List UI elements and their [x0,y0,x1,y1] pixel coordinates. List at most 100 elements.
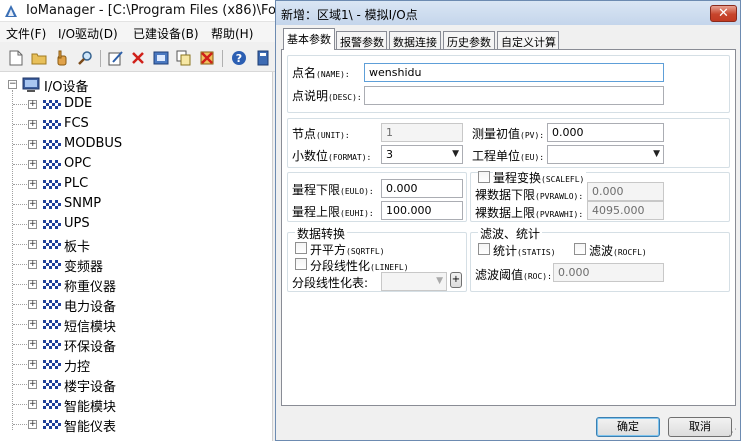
device-icon[interactable] [153,50,169,66]
pvrawhi-label-text: 裸数据上限 [475,206,536,220]
menu-file[interactable]: 文件(F) [6,25,46,42]
tree-item[interactable]: + 变频器 [0,255,270,275]
tree-root[interactable]: − I/O设备 [0,75,270,95]
copy-icon[interactable] [176,50,192,66]
expand-icon[interactable]: + [28,320,37,329]
pv-input[interactable]: 0.000 [547,123,664,142]
close-button[interactable]: ✕ [710,5,737,22]
edit-icon[interactable] [108,50,124,66]
tree-item[interactable]: + 环保设备 [0,335,270,355]
tree-item[interactable]: + 称重仪器 [0,275,270,295]
menu-help[interactable]: 帮助(H) [211,25,253,42]
tree-connector [13,344,29,346]
tree-item[interactable]: + OPC [0,155,270,175]
tree-item-label: UPS [64,216,90,231]
pvrawlo-tag: (PVRAWLO): [535,192,584,201]
expand-icon[interactable]: + [28,360,37,369]
linetable-add-button[interactable]: + [450,272,462,288]
help-icon[interactable]: ? [231,50,247,66]
delete-icon[interactable] [130,50,146,66]
io-device-tree[interactable]: − I/O设备 + DDE + FCS + MODBUS + OPC + PLC + SNMP + UPS… [0,72,273,441]
tree-item[interactable]: + 智能仪表 [0,415,270,435]
unit-input[interactable]: 1 [381,123,463,142]
name-tag: (NAME): [316,70,350,79]
expand-icon[interactable]: + [28,120,37,129]
expand-icon[interactable]: + [28,140,37,149]
remove-device-icon[interactable] [199,50,215,66]
tree-connector [13,424,29,426]
cancel-button[interactable]: 取消 [668,417,732,437]
search-icon[interactable] [77,50,93,66]
expand-icon[interactable]: + [28,180,37,189]
expand-icon[interactable]: + [28,100,37,109]
expand-icon[interactable]: + [28,420,37,429]
toolbar: ? [0,44,280,72]
linefl-checkbox[interactable] [295,258,307,270]
open-folder-icon[interactable] [31,50,47,66]
eu-tag: (EU): [520,153,545,162]
eu-label: 工程单位(EU): [472,147,544,164]
tree-item[interactable]: + UPS [0,215,270,235]
book-icon[interactable] [255,50,271,66]
expand-icon[interactable]: + [28,400,37,409]
tree-item[interactable]: + FCS [0,115,270,135]
tree-connector [13,324,29,326]
tree-item[interactable]: + 短信模块 [0,315,270,335]
euhi-input[interactable]: 100.000 [381,201,463,220]
expand-icon[interactable]: + [28,280,37,289]
tab-basic-params[interactable]: 基本参数 [283,28,335,50]
menu-built-devices[interactable]: 已建设备(B) [133,25,199,42]
hand-icon[interactable] [54,50,70,66]
tree-item[interactable]: + 智能模块 [0,395,270,415]
io-driver-icon [43,400,61,409]
pvrawhi-label: 裸数据上限(PVRAWHI): [475,204,583,221]
expand-icon[interactable]: + [28,380,37,389]
ok-button[interactable]: 确定 [596,417,660,437]
tree-item[interactable]: + DDE [0,95,270,115]
chevron-down-icon[interactable]: ▼ [653,149,660,159]
resize-grip-icon[interactable]: ⋰ [728,428,737,438]
tree-item[interactable]: + MODBUS [0,135,270,155]
eu-select[interactable]: ▼ [547,145,664,164]
desc-input[interactable] [364,86,664,105]
sqrtfl-checkbox[interactable] [295,242,307,254]
pvrawlo-input[interactable]: 0.000 [587,182,664,201]
tab-data-connection[interactable]: 数据连接 [389,31,441,49]
statis-checkbox[interactable] [478,243,490,255]
expand-icon[interactable]: + [28,340,37,349]
collapse-icon[interactable]: − [8,80,17,89]
tree-item[interactable]: + SNMP [0,195,270,215]
expand-icon[interactable]: + [28,200,37,209]
tree-item[interactable]: + 楼宇设备 [0,375,270,395]
roc-input[interactable]: 0.000 [553,263,664,282]
tree-item[interactable]: + 板卡 [0,235,270,255]
format-select[interactable]: 3 ▼ [381,145,463,164]
tree-item[interactable]: + 力控 [0,355,270,375]
tab-history-params[interactable]: 历史参数 [443,31,495,49]
rocfl-checkbox[interactable] [574,243,586,255]
menu-io-driver[interactable]: I/O驱动(D) [58,25,118,42]
linetable-select[interactable]: ▼ [381,272,447,291]
tab-custom-calc[interactable]: 自定义计算 [497,31,559,49]
pvrawhi-input[interactable]: 4095.000 [587,201,664,220]
io-driver-icon [43,240,61,249]
scalefl-checkbox[interactable] [478,171,490,183]
io-driver-icon [43,340,61,349]
new-file-icon[interactable] [8,50,24,66]
chevron-down-icon[interactable]: ▼ [436,276,443,286]
tree-item[interactable]: + 电力设备 [0,295,270,315]
tree-item-label: 环保设备 [64,340,117,355]
chevron-down-icon[interactable]: ▼ [452,149,459,159]
eulo-input[interactable]: 0.000 [381,179,463,198]
expand-icon[interactable]: + [28,300,37,309]
io-driver-icon [43,160,61,169]
name-input[interactable]: wenshidu [364,63,664,82]
io-driver-icon [43,200,61,209]
main-window-title: IoManager - [C:\Program Files (x86)\Forc… [26,3,297,18]
tab-alarm-params[interactable]: 报警参数 [336,31,387,49]
tree-item[interactable]: + PLC [0,175,270,195]
expand-icon[interactable]: + [28,160,37,169]
expand-icon[interactable]: + [28,240,37,249]
expand-icon[interactable]: + [28,220,37,229]
expand-icon[interactable]: + [28,260,37,269]
